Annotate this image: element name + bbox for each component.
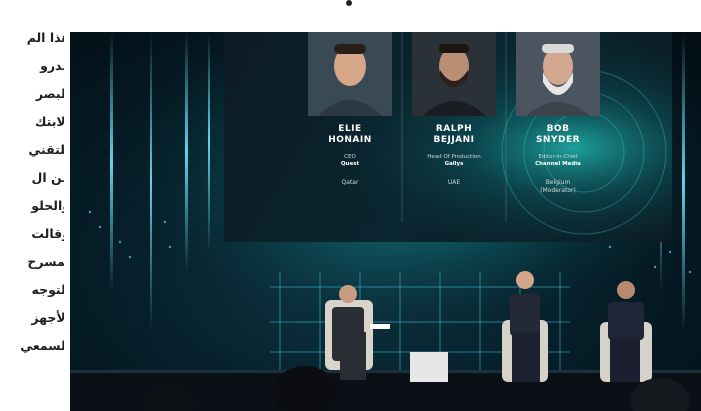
speaker-role: Head Of Production [427, 154, 481, 160]
article-line: مدرو [40, 58, 64, 73]
article-line: هذا الم [26, 30, 64, 45]
speaker-portrait [516, 32, 600, 116]
article-line: الابتك [34, 114, 64, 129]
article-line: الأجهز [31, 310, 64, 325]
speaker-card-1: ELIE HONAIN CEO Quest Qatar [302, 32, 398, 237]
speaker-card-2: RALPH BEJJANI Head Of Production Gallys … [406, 32, 502, 237]
article-line: للتقني [28, 142, 64, 157]
speaker-company: Gallys [444, 161, 464, 167]
speaker-portrait [308, 32, 392, 116]
speaker-portrait [412, 32, 496, 116]
speaker-first-name: RALPH [435, 124, 473, 134]
article-line: والحلو [31, 198, 64, 213]
speaker-last-name: SNYDER [535, 135, 581, 145]
speaker-company: Quest [340, 161, 360, 167]
article-line: وقالت [31, 226, 64, 241]
headline-fragment-dot [346, 0, 352, 6]
speaker-first-name: ELIE [338, 124, 362, 134]
speaker-location: UAE [447, 179, 461, 186]
speaker-first-name: BOB [546, 124, 570, 134]
speaker-location: Belgium [545, 179, 571, 186]
projection-screen: ELIE HONAIN CEO Quest Qatar RALPH BEJJAN… [224, 32, 672, 242]
panel-discussion-photo: ELIE HONAIN CEO Quest Qatar RALPH BEJJAN… [70, 32, 701, 411]
article-line: السمعي [20, 338, 64, 353]
article-text-column: هذا الم مدرو البصر الابتك للتقني من ال و… [0, 0, 64, 411]
speaker-card-3: BOB SNYDER Editor-in-Chief Channel Media… [510, 32, 606, 237]
article-line: لمسرح [27, 254, 64, 269]
article-line: من ال [31, 170, 64, 185]
speaker-location-note: (Moderator) [540, 187, 576, 194]
speaker-location: Qatar [341, 179, 359, 186]
speaker-last-name: HONAIN [328, 135, 372, 145]
article-line: البصر [35, 86, 64, 101]
article-line: التوجه [31, 282, 64, 297]
speaker-last-name: BEJJANI [433, 135, 475, 145]
speaker-role: CEO [344, 154, 356, 160]
speaker-role: Editor-in-Chief [538, 154, 578, 160]
speaker-company: Channel Media [535, 161, 581, 167]
